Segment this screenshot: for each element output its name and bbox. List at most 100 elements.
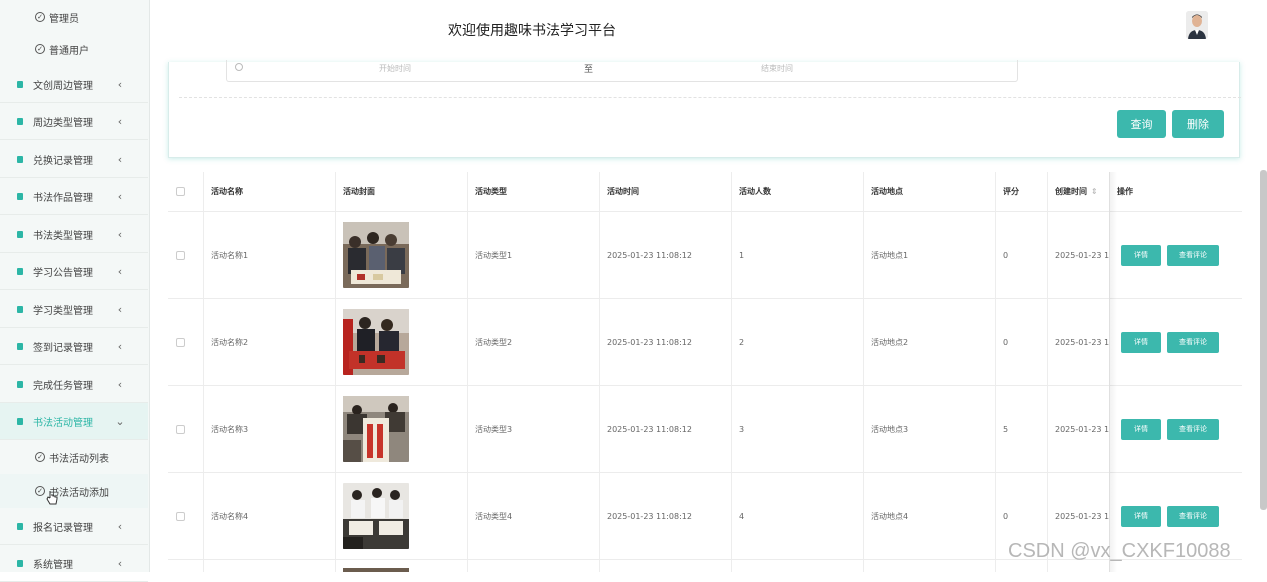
- row-checkbox[interactable]: [176, 511, 185, 521]
- document-icon: [17, 117, 23, 125]
- cell-name: 活动名称4: [211, 511, 249, 521]
- table-row: 活动名称2 活动类型2 2025-01-23 11:08:12 2 活动地点2 …: [168, 299, 1242, 386]
- activity-cover-image: [343, 309, 409, 375]
- activity-cover-image: [343, 568, 409, 572]
- clock-icon: [235, 63, 243, 71]
- col-header-score: 评分: [1003, 187, 1019, 196]
- view-comments-button[interactable]: 查看评论: [1167, 331, 1219, 353]
- cell-type: 活动类型2: [475, 337, 513, 347]
- cell-score: 0: [1003, 337, 1009, 347]
- detail-button[interactable]: 详情: [1121, 505, 1161, 527]
- sidebar-item-label: 学习公告管理: [33, 267, 93, 279]
- chevron-left-icon: ‹: [117, 302, 123, 316]
- sidebar-item-label: 书法作品管理: [33, 192, 93, 204]
- sidebar-item-label: 文创周边管理: [33, 80, 93, 92]
- sidebar-item-label: 签到记录管理: [33, 342, 93, 354]
- cell-count: 1: [739, 250, 745, 260]
- col-header-type: 活动类型: [475, 187, 507, 196]
- cell-count: 3: [739, 424, 745, 434]
- activity-cover-image: [343, 483, 409, 549]
- col-header-count: 活动人数: [739, 187, 771, 196]
- select-all-checkbox[interactable]: [176, 187, 185, 196]
- sidebar-item-checkin[interactable]: 签到记录管理 ‹: [0, 328, 148, 365]
- sidebar-subitem-activity-list[interactable]: ✓ 书法活动列表: [0, 440, 148, 474]
- sidebar-subitem-label: 书法活动添加: [49, 487, 109, 499]
- chevron-left-icon: ‹: [117, 189, 123, 203]
- cell-time: 2025-01-23 11:08:12: [607, 337, 692, 347]
- divider: [179, 97, 1241, 98]
- sidebar-subitem-activity-add[interactable]: ✓ 书法活动添加: [0, 474, 148, 508]
- sidebar-item-signup[interactable]: 报名记录管理 ‹: [0, 508, 148, 545]
- delete-button[interactable]: 删除: [1172, 110, 1224, 138]
- sidebar-item-merch[interactable]: 文创周边管理 ‹: [0, 66, 148, 103]
- cell-time: 2025-01-23 11:08:12: [607, 424, 692, 434]
- sidebar-subitem-label: 书法活动列表: [49, 453, 109, 465]
- document-icon: [17, 559, 23, 567]
- cell-name: 活动名称1: [211, 250, 249, 260]
- sidebar-subitem-label: 管理员: [49, 13, 79, 25]
- document-icon: [17, 305, 23, 313]
- chevron-left-icon: ‹: [117, 227, 123, 241]
- chevron-left-icon: ‹: [117, 77, 123, 91]
- document-icon: [17, 380, 23, 388]
- cell-time: 2025-01-23 11:08:12: [607, 511, 692, 521]
- sidebar-item-merch-type[interactable]: 周边类型管理 ‹: [0, 103, 148, 140]
- sidebar-item-notice[interactable]: 学习公告管理 ‹: [0, 253, 148, 290]
- view-comments-button[interactable]: 查看评论: [1167, 244, 1219, 266]
- check-circle-icon: ✓: [35, 12, 45, 22]
- cell-type: 活动类型4: [475, 511, 513, 521]
- sidebar-item-works[interactable]: 书法作品管理 ‹: [0, 178, 148, 215]
- avatar[interactable]: [1186, 11, 1208, 39]
- query-button[interactable]: 查询: [1117, 110, 1166, 138]
- hand-cursor-icon: [46, 491, 58, 505]
- view-comments-button[interactable]: 查看评论: [1167, 505, 1219, 527]
- sidebar: ✓ 管理员 ✓ 普通用户 文创周边管理 ‹ 周边类型管理 ‹ 兑换记录管理 ‹ 书法作…: [0, 0, 150, 582]
- cell-place: 活动地点2: [871, 337, 909, 347]
- date-range-picker[interactable]: 开始时间 至 结束时间: [226, 60, 1018, 82]
- cell-score: 5: [1003, 424, 1009, 434]
- start-time-input[interactable]: 开始时间: [379, 63, 411, 74]
- document-icon: [17, 155, 23, 163]
- end-time-input[interactable]: 结束时间: [761, 63, 793, 74]
- table-header: 活动名称 活动封面 活动类型 活动时间 活动人数 活动地点 评分 创建时间 ⇕ 操…: [168, 172, 1242, 212]
- cell-place: 活动地点3: [871, 424, 909, 434]
- sidebar-item-exchange[interactable]: 兑换记录管理 ‹: [0, 141, 148, 178]
- sort-icon[interactable]: ⇕: [1091, 187, 1098, 196]
- detail-button[interactable]: 详情: [1121, 244, 1161, 266]
- sidebar-item-label: 周边类型管理: [33, 117, 93, 129]
- detail-button[interactable]: 详情: [1121, 418, 1161, 440]
- watermark: CSDN @vx_CXKF10088: [1008, 540, 1231, 562]
- cell-created: 2025-01-23 1: [1055, 424, 1110, 434]
- cell-score: 0: [1003, 250, 1009, 260]
- sidebar-item-calligraphy-type[interactable]: 书法类型管理 ‹: [0, 216, 148, 253]
- document-icon: [17, 192, 23, 200]
- sidebar-subitem-label: 普通用户: [49, 45, 89, 57]
- sidebar-item-label: 书法类型管理: [33, 230, 93, 242]
- scrollbar[interactable]: [1260, 170, 1267, 510]
- sidebar-subitem-user[interactable]: ✓ 普通用户: [0, 32, 148, 66]
- sidebar-item-label: 学习类型管理: [33, 305, 93, 317]
- sidebar-item-study-type[interactable]: 学习类型管理 ‹: [0, 291, 148, 328]
- col-header-name: 活动名称: [211, 187, 243, 196]
- sidebar-subitem-admin[interactable]: ✓ 管理员: [0, 0, 148, 34]
- row-checkbox[interactable]: [176, 424, 185, 434]
- row-checkbox[interactable]: [176, 337, 185, 347]
- view-comments-button[interactable]: 查看评论: [1167, 418, 1219, 440]
- row-checkbox[interactable]: [176, 250, 185, 260]
- document-icon: [17, 80, 23, 88]
- sidebar-item-task[interactable]: 完成任务管理 ‹: [0, 366, 148, 403]
- check-circle-icon: ✓: [35, 44, 45, 54]
- col-header-created[interactable]: 创建时间 ⇕: [1055, 172, 1098, 211]
- document-icon: [17, 267, 23, 275]
- check-circle-icon: ✓: [35, 486, 45, 496]
- sidebar-item-label: 系统管理: [33, 559, 73, 571]
- sidebar-item-system[interactable]: 系统管理 ‹: [0, 545, 148, 582]
- range-separator: 至: [584, 65, 594, 75]
- table-row: 活动名称3 活动类型3 2025-01-23 11:08:12 3 活动地点3 …: [168, 386, 1242, 473]
- detail-button[interactable]: 详情: [1121, 331, 1161, 353]
- chevron-left-icon: ‹: [117, 519, 123, 533]
- chevron-left-icon: ‹: [117, 377, 123, 391]
- document-icon: [17, 417, 23, 425]
- chevron-left-icon: ‹: [117, 114, 123, 128]
- sidebar-item-activity[interactable]: 书法活动管理 ⌄: [0, 403, 148, 440]
